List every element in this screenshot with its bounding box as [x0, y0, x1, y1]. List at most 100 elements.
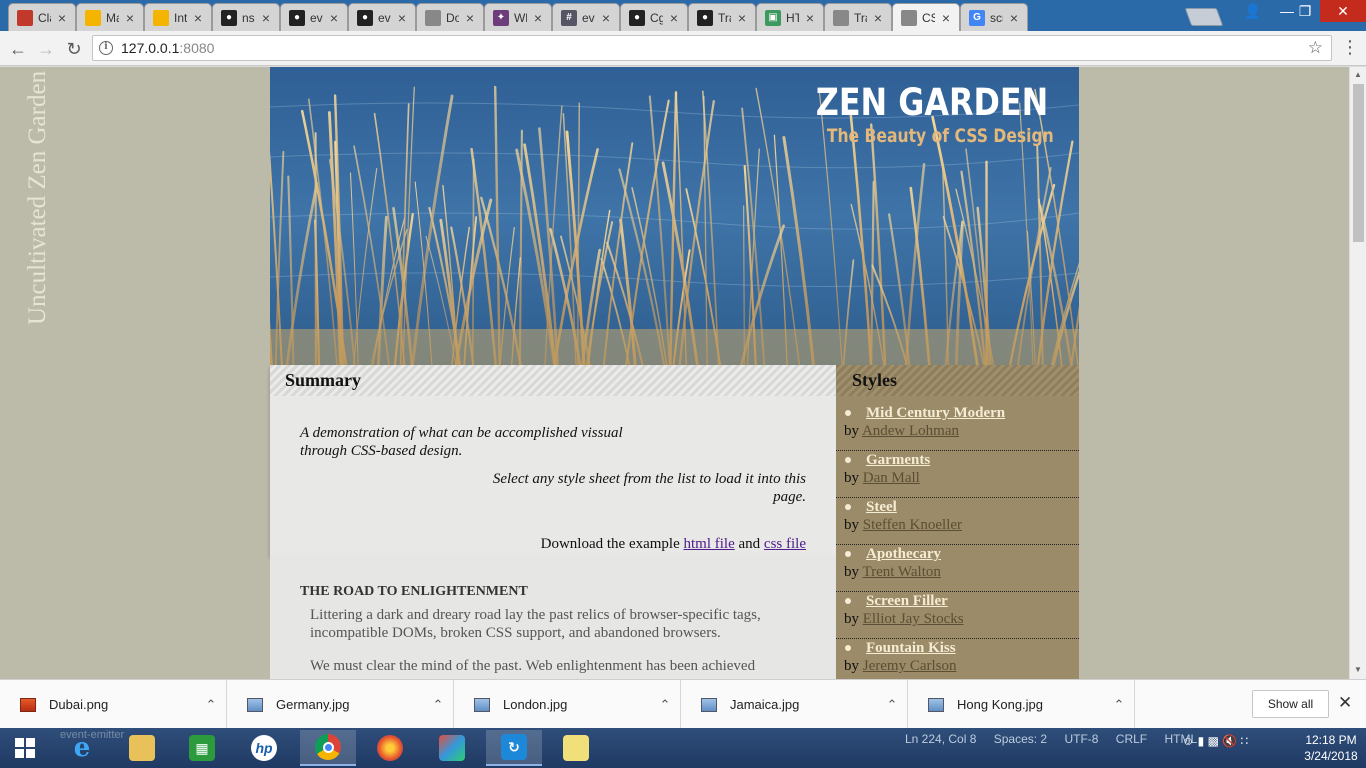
browser-tab[interactable]: ● nss × — [212, 3, 280, 31]
tab-title: Tra — [718, 10, 731, 25]
image-file-icon — [701, 697, 717, 712]
tab-close-icon[interactable]: × — [123, 10, 137, 26]
style-author-link[interactable]: Elliot Jay Stocks — [863, 611, 964, 627]
download-item[interactable]: Jamaica.jpg ⌃ — [681, 680, 908, 729]
image-file-icon — [928, 697, 944, 712]
taskbar-app[interactable] — [424, 730, 480, 766]
html-file-link[interactable]: html file — [684, 536, 735, 552]
tab-title: eve — [378, 10, 391, 25]
style-name-link[interactable]: Screen Filler — [866, 593, 948, 610]
show-all-button[interactable]: Show all — [1252, 690, 1329, 718]
taskbar-clock[interactable]: 12:18 PM 3/24/2018 — [1296, 732, 1366, 764]
tab-close-icon[interactable]: × — [667, 10, 681, 26]
tab-close-icon[interactable]: × — [803, 10, 817, 26]
site-info-icon[interactable]: i — [99, 41, 113, 55]
maximize-button[interactable]: ❐ — [1288, 0, 1322, 22]
browser-menu-icon[interactable]: ⋮ — [1340, 37, 1360, 58]
hash-icon: # — [561, 9, 577, 26]
battery-icon[interactable]: ▮ — [1198, 734, 1205, 748]
tab-close-icon[interactable]: × — [531, 10, 545, 26]
reload-button[interactable]: ↻ — [62, 37, 86, 61]
taskbar-store[interactable]: ▦ — [174, 730, 230, 766]
tab-close-icon[interactable]: × — [55, 10, 69, 26]
taskbar-chrome[interactable] — [300, 730, 356, 766]
tab-close-icon[interactable]: × — [599, 10, 613, 26]
style-name-link[interactable]: Garments — [866, 452, 930, 469]
download-item[interactable]: Dubai.png ⌃ — [0, 680, 227, 729]
tab-close-icon[interactable]: × — [463, 10, 477, 26]
browser-tab[interactable]: # eve × — [552, 3, 620, 31]
tab-close-icon[interactable]: × — [735, 10, 749, 26]
notes-icon — [563, 735, 589, 761]
browser-tab[interactable]: Tra × — [824, 3, 892, 31]
back-button[interactable]: ← — [6, 37, 30, 61]
forward-button[interactable]: → — [34, 37, 58, 61]
style-name-link[interactable]: Apothecary — [866, 546, 941, 563]
store-icon: ▦ — [189, 735, 215, 761]
browser-tab[interactable]: Gscre × — [960, 3, 1028, 31]
tab-close-icon[interactable]: × — [191, 10, 205, 26]
browser-tab[interactable]: ✦ Wh × — [484, 3, 552, 31]
close-shelf-icon[interactable]: ✕ — [1338, 693, 1352, 713]
browser-tab[interactable]: Do × — [416, 3, 484, 31]
taskbar-hp[interactable]: hp — [236, 730, 292, 766]
scroll-down-arrow-icon[interactable]: ▼ — [1354, 665, 1362, 674]
browser-tab[interactable]: ● Tra × — [688, 3, 756, 31]
tab-title: CSS — [922, 10, 935, 25]
style-author-link[interactable]: Trent Walton — [862, 564, 940, 580]
scrollbar-thumb[interactable] — [1353, 84, 1364, 242]
download-item[interactable]: Hong Kong.jpg ⌃ — [908, 680, 1135, 729]
tab-close-icon[interactable]: × — [1007, 10, 1021, 26]
browser-tab[interactable]: CSS × — [892, 3, 960, 31]
scroll-up-arrow-icon[interactable]: ▲ — [1354, 70, 1362, 79]
wifi-icon[interactable]: ∷ — [1241, 734, 1249, 748]
app-icon — [439, 735, 465, 761]
chevron-up-icon[interactable]: ⌃ — [423, 697, 453, 713]
chevron-up-icon[interactable]: ⌃ — [196, 697, 226, 713]
volume-muted-icon[interactable]: 🔇 — [1222, 734, 1237, 748]
tab-close-icon[interactable]: × — [327, 10, 341, 26]
taskbar-ie[interactable]: e — [54, 730, 110, 766]
taskbar-explorer[interactable] — [114, 730, 170, 766]
download-shelf: Dubai.png ⌃ Germany.jpg ⌃ London.jpg ⌃ J… — [0, 679, 1366, 729]
style-name-link[interactable]: Fountain Kiss — [866, 640, 956, 657]
page-scrollbar[interactable]: ▲ ▼ — [1349, 67, 1366, 679]
style-name-link[interactable]: Mid Century Modern — [866, 405, 1005, 422]
css-file-link[interactable]: css file — [764, 536, 806, 552]
start-button[interactable] — [0, 730, 50, 766]
browser-tab[interactable]: ● Cg × — [620, 3, 688, 31]
download-item[interactable]: Germany.jpg ⌃ — [227, 680, 454, 729]
browser-tab[interactable]: Cla × — [8, 3, 76, 31]
tab-close-icon[interactable]: × — [395, 10, 409, 26]
editor-status: Ln 224, Col 8 Spaces: 2 UTF-8 CRLF HTML — [905, 732, 1211, 746]
address-bar[interactable]: i 127.0.0.1:8080 ☆ — [92, 35, 1332, 61]
taskbar-notes[interactable] — [548, 730, 604, 766]
style-author-link[interactable]: Andew Lohman — [862, 423, 959, 439]
tab-close-icon[interactable]: × — [871, 10, 885, 26]
style-author-link[interactable]: Jeremy Carlson — [863, 658, 957, 674]
download-item[interactable]: London.jpg ⌃ — [454, 680, 681, 729]
browser-tab[interactable]: ● eve × — [348, 3, 416, 31]
style-name-link[interactable]: Steel — [866, 499, 897, 516]
page-viewport: Uncultivated Zen Garden ZEN GARDEN The B… — [0, 67, 1349, 679]
style-author-link[interactable]: Steffen Knoeller — [863, 517, 962, 533]
profile-icon[interactable]: 👤 — [1236, 0, 1270, 22]
chevron-up-icon[interactable]: ⌃ — [1104, 697, 1134, 713]
taskbar-firefox[interactable] — [362, 730, 418, 766]
chevron-up-icon[interactable]: ⌃ — [650, 697, 680, 713]
new-tab-button[interactable] — [1184, 8, 1224, 26]
network-icon[interactable]: ▩ — [1208, 734, 1219, 748]
notification-icon[interactable]: ☺ — [1182, 734, 1194, 748]
window-close-button[interactable]: ✕ — [1320, 0, 1366, 22]
taskbar-vscode[interactable]: ↻ — [486, 730, 542, 766]
tab-close-icon[interactable]: × — [939, 10, 953, 26]
browser-tab[interactable]: Ma × — [76, 3, 144, 31]
bookmark-star-icon[interactable]: ☆ — [1308, 38, 1323, 58]
style-author-link[interactable]: Dan Mall — [863, 470, 920, 486]
browser-tab[interactable]: ● eve × — [280, 3, 348, 31]
chevron-up-icon[interactable]: ⌃ — [877, 697, 907, 713]
browser-tab[interactable]: ▣ HT × — [756, 3, 824, 31]
by-label: by — [844, 517, 859, 533]
tab-close-icon[interactable]: × — [259, 10, 273, 26]
browser-tab[interactable]: Inte × — [144, 3, 212, 31]
